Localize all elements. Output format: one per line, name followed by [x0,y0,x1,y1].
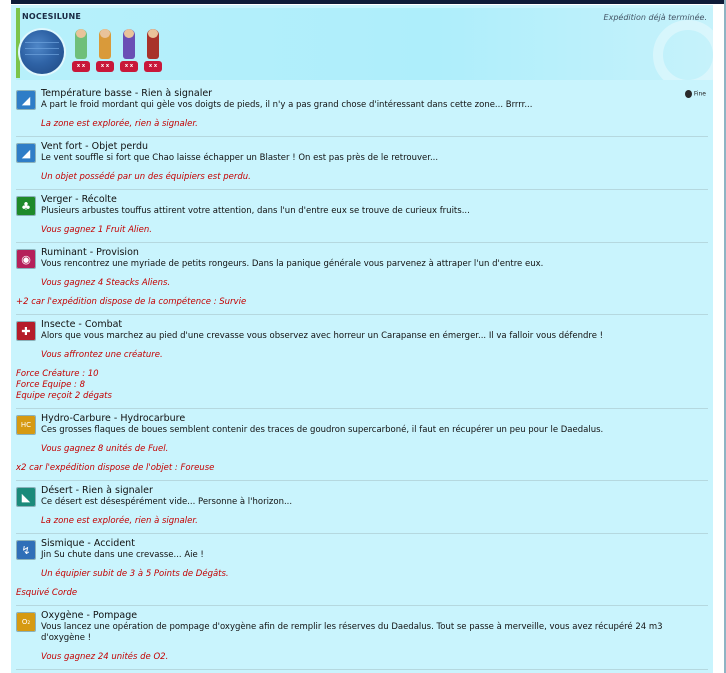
event-row: O₂ Oxygène - Pompage Vous lancez une opéra… [16,606,708,670]
event-result: Un objet possédé par un des équipiers es… [41,172,251,182]
header-accent-bar [16,8,20,78]
event-title: Hydro-Carbure - Hydrocarbure [41,413,186,424]
event-result: La zone est explorée, rien à signaler. [41,516,198,526]
event-description: Ce désert est désespérément vide... Pers… [41,497,293,507]
expedition-panel: NOCESILUNE Expédition déjà terminée. x x… [11,5,713,673]
fine-badge: Fine [684,90,706,98]
crew-member-3[interactable]: x x [118,29,140,75]
desert-icon: ◣ [16,487,36,507]
crew-head [100,29,110,38]
event-row: ✚ Insecte - Combat Alors que vous marchez … [16,315,708,409]
event-title: Désert - Rien à signaler [41,485,153,496]
event-detail-line: +2 car l'expédition dispose de la compét… [16,297,247,307]
window-left-edge [0,0,11,673]
event-result: La zone est explorée, rien à signaler. [41,119,198,129]
planet-icon [20,30,64,74]
event-details: +2 car l'expédition dispose de la compét… [16,297,708,308]
event-result: Vous affrontez une créature. [41,350,163,360]
event-description: Plusieurs arbustes touffus attirent votr… [41,206,470,216]
event-description: Le vent souffle si fort que Chao laisse … [41,153,439,163]
insect-icon: ✚ [16,321,36,341]
event-description: Jin Su chute dans une crevasse... Aie ! [41,550,204,560]
window-top-edge [0,0,726,4]
event-row: ↯ Sismique - Accident Jin Su chute dans un… [16,534,708,606]
event-title: Ruminant - Provision [41,247,139,258]
wind-icon: ◢ [16,143,36,163]
event-title: Insecte - Combat [41,319,123,330]
crew-member-2[interactable]: x x [94,29,116,75]
fine-label: Fine [693,90,706,98]
crew-health-badge: x x [120,61,138,72]
expedition-header: NOCESILUNE Expédition déjà terminée. x x… [16,8,713,80]
crew-member-1[interactable]: x x [70,29,92,75]
event-details: Esquivé Corde [16,588,708,599]
event-details: x2 car l'expédition dispose de l'objet :… [16,463,708,474]
event-details: Force Créature : 10 Force Equipe : 8 Equip… [16,369,708,402]
event-title: Vent fort - Objet perdu [41,141,149,152]
event-list: ◢ Température basse - Rien à signaler A pa… [16,84,708,673]
event-title: Verger - Récolte [41,194,117,205]
event-row: ◉ Ruminant - Provision Vous rencontrez une… [16,243,708,315]
event-description: Ces grosses flaques de boues semblent co… [41,425,604,435]
event-result: Vous gagnez 1 Fruit Alien. [41,225,152,235]
tree-icon: ♣ [16,196,36,216]
event-row: ◣ Désert - Rien à signaler Ce désert est d… [16,481,708,534]
event-description: Alors que vous marchez au pied d'une cre… [41,331,604,341]
decorative-swirl [653,20,713,80]
event-title: Température basse - Rien à signaler [41,88,213,99]
planet-name: NOCESILUNE [22,12,82,21]
event-result: Vous gagnez 8 unités de Fuel. [41,444,169,454]
crew-head [76,29,86,38]
oxygen-icon: O₂ [16,612,36,632]
crew-head [124,29,134,38]
event-detail-line: Esquivé Corde [16,588,78,598]
seismic-icon: ↯ [16,540,36,560]
event-detail-line: Equipe reçoit 2 dégats [16,391,112,401]
event-result: Vous gagnez 24 unités de O2. [41,652,169,662]
event-row: ♣ Verger - Récolte Plusieurs arbustes touf… [16,190,708,243]
event-title: Sismique - Accident [41,538,135,549]
cold-icon: ◢ [16,90,36,110]
event-title: Oxygène - Pompage [41,610,138,621]
event-description: Vous lancez une opération de pompage d'o… [41,622,663,643]
event-row: HC Hydro-Carbure - Hydrocarbure Ces grosse… [16,409,708,481]
fine-icon [684,90,692,98]
event-detail-line: Force Equipe : 8 [16,380,86,390]
event-result: Vous gagnez 4 Steacks Aliens. [41,278,171,288]
event-row: ◢ Température basse - Rien à signaler A pa… [16,84,708,137]
hydrocarbon-icon: HC [16,415,36,435]
crew-health-badge: x x [96,61,114,72]
ruminant-icon: ◉ [16,249,36,269]
event-detail-line: x2 car l'expédition dispose de l'objet :… [16,463,215,473]
crew-health-badge: x x [72,61,90,72]
event-result: Un équipier subit de 3 à 5 Points de Dég… [41,569,229,579]
crew-head [148,29,158,38]
crew-member-4[interactable]: x x [142,29,164,75]
event-description: A part le froid mordant qui gèle vos doi… [41,100,533,110]
event-description: Vous rencontrez une myriade de petits ro… [41,259,544,269]
event-row: ◢ Vent fort - Objet perdu Le vent souffle … [16,137,708,190]
crew-health-badge: x x [144,61,162,72]
event-detail-line: Force Créature : 10 [16,369,99,379]
